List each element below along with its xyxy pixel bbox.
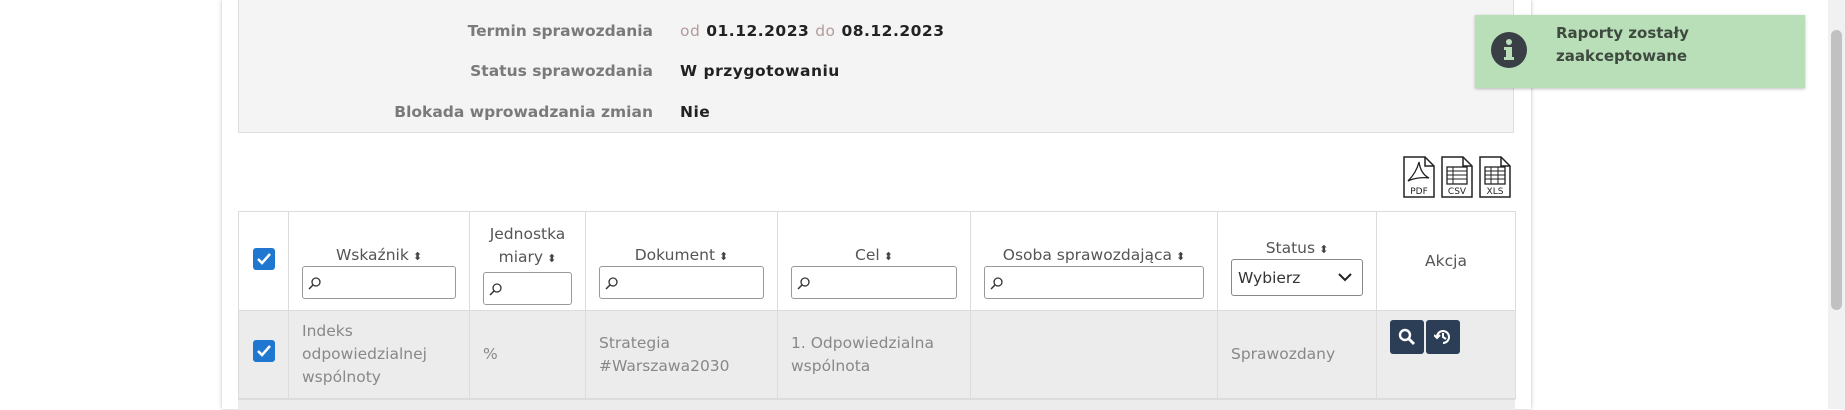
- table-header-row: Wskaźnik ⬍ Jednostka miary ⬍ Dokument ⬍ Cel…: [238, 211, 1516, 311]
- header-goal: Cel ⬍: [777, 211, 971, 311]
- status-filter-select[interactable]: Wybierz: [1231, 258, 1363, 296]
- status-value: W przygotowaniu: [680, 62, 840, 80]
- sort-icon[interactable]: ⬍: [547, 252, 556, 265]
- person-filter-input[interactable]: [984, 265, 1204, 299]
- xls-label: XLS: [1487, 187, 1504, 197]
- row-document: Strategia #Warszawa2030: [585, 310, 778, 399]
- csv-label: CSV: [1448, 187, 1467, 197]
- header-goal-label[interactable]: Cel: [855, 246, 880, 264]
- lock-row: Blokada wprowadzania zmian Nie: [239, 103, 1513, 127]
- deadline-from-word: od: [680, 22, 701, 40]
- row-person: [970, 310, 1218, 399]
- indicator-filter-input[interactable]: [302, 265, 456, 299]
- status-label: Status sprawozdania: [470, 62, 653, 80]
- header-person: Osoba sprawozdająca ⬍: [970, 211, 1218, 311]
- table-row: [238, 399, 1515, 410]
- header-document: Dokument ⬍: [585, 211, 778, 311]
- report-info-box: Termin sprawozdania od 01.12.2023 do 08.…: [238, 0, 1514, 133]
- scrollbar-thumb[interactable]: [1831, 30, 1842, 310]
- search-icon: [1398, 328, 1415, 345]
- indicators-table: Wskaźnik ⬍ Jednostka miary ⬍ Dokument ⬍ Cel…: [238, 211, 1516, 399]
- scrollbar[interactable]: [1828, 0, 1845, 409]
- header-status: Status ⬍ Wybierz: [1217, 211, 1377, 311]
- deadline-to: 08.12.2023: [841, 22, 945, 40]
- sort-icon[interactable]: ⬍: [1319, 243, 1328, 256]
- sort-icon[interactable]: ⬍: [884, 250, 893, 263]
- deadline-from: 01.12.2023: [706, 22, 810, 40]
- header-document-label[interactable]: Dokument: [635, 246, 715, 264]
- history-icon: [1434, 330, 1450, 344]
- notification-toast[interactable]: Raporty zostały zaakceptowane: [1475, 15, 1805, 88]
- pdf-file-icon[interactable]: PDF: [1403, 156, 1435, 198]
- search-icon: [308, 276, 321, 290]
- header-action-label: Akcja: [1425, 252, 1467, 270]
- header-indicator: Wskaźnik ⬍: [288, 211, 470, 311]
- deadline-value: od 01.12.2023 do 08.12.2023: [680, 22, 945, 40]
- sort-icon[interactable]: ⬍: [1176, 250, 1185, 263]
- xls-file-icon[interactable]: XLS: [1479, 156, 1511, 198]
- header-person-label[interactable]: Osoba sprawozdająca: [1003, 246, 1172, 264]
- status-filter-value: Wybierz: [1238, 268, 1301, 287]
- status-row: Status sprawozdania W przygotowaniu: [239, 62, 1513, 86]
- select-all-cell: [238, 211, 289, 311]
- search-icon: [797, 276, 810, 290]
- info-icon: [1491, 32, 1527, 68]
- csv-file-icon[interactable]: CSV: [1441, 156, 1473, 198]
- search-icon: [605, 276, 618, 290]
- header-status-label[interactable]: Status: [1266, 239, 1315, 257]
- history-button[interactable]: [1426, 320, 1460, 354]
- lock-label: Blokada wprowadzania zmian: [394, 103, 653, 121]
- chevron-down-icon: [1338, 272, 1352, 281]
- row-goal: 1. Odpowiedzialna wspólnota: [777, 310, 971, 399]
- header-indicator-label[interactable]: Wskaźnik: [336, 246, 409, 264]
- row-actions: [1376, 310, 1516, 399]
- view-button[interactable]: [1390, 320, 1424, 354]
- sort-icon[interactable]: ⬍: [719, 250, 728, 263]
- table-row: Indeks odpowiedzialnej wspólnoty % Strat…: [238, 310, 1516, 399]
- deadline-label: Termin sprawozdania: [467, 22, 653, 40]
- search-icon: [489, 283, 502, 296]
- deadline-row: Termin sprawozdania od 01.12.2023 do 08.…: [239, 22, 1513, 46]
- search-icon: [990, 276, 1003, 290]
- row-unit: %: [469, 310, 586, 399]
- document-filter-input[interactable]: [599, 265, 764, 299]
- toast-message: Raporty zostały zaakceptowane: [1556, 24, 1689, 65]
- row-status: Sprawozdany: [1217, 310, 1377, 399]
- unit-filter-input[interactable]: [483, 272, 572, 305]
- select-all-checkbox[interactable]: [252, 248, 275, 270]
- row-indicator: Indeks odpowiedzialnej wspólnoty: [288, 310, 470, 399]
- header-unit: Jednostka miary ⬍: [469, 211, 586, 311]
- deadline-to-word: do: [815, 22, 836, 40]
- row-checkbox[interactable]: [252, 340, 275, 362]
- pdf-label: PDF: [1410, 187, 1428, 197]
- sort-icon[interactable]: ⬍: [413, 250, 422, 263]
- header-action: Akcja: [1376, 211, 1516, 311]
- row-select-cell: [238, 310, 289, 399]
- goal-filter-input[interactable]: [791, 265, 957, 299]
- lock-value: Nie: [680, 103, 711, 121]
